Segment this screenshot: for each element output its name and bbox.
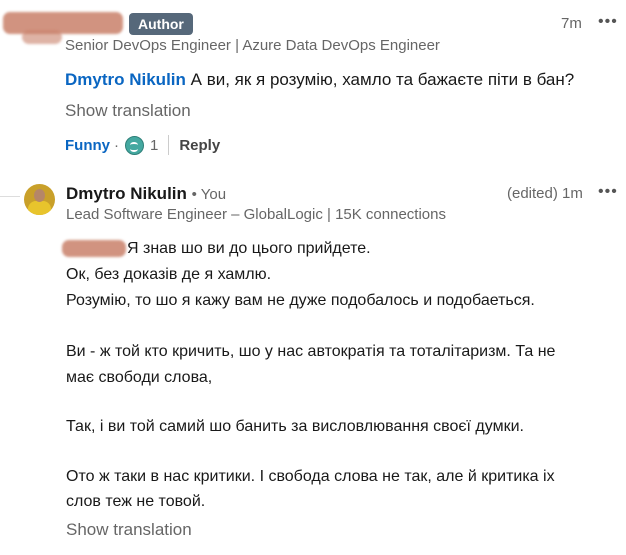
redacted-mention — [62, 240, 126, 257]
comment-line: Ото ж таки в нас критики. І свобода слов… — [66, 468, 555, 485]
reaction-label[interactable]: Funny — [65, 137, 110, 154]
author-headline: Lead Software Engineer – GlobalLogic | 1… — [66, 206, 446, 223]
comment-time: 7m — [561, 15, 582, 32]
author-headline: Senior DevOps Engineer | Azure Data DevO… — [65, 37, 440, 54]
avatar[interactable] — [24, 184, 55, 215]
reaction-count[interactable]: 1 — [150, 137, 158, 154]
show-translation-link[interactable]: Show translation — [66, 520, 192, 540]
comment-line: має свободи слова, — [66, 369, 213, 386]
comment-line: Розумію, то шо я кажу вам не дуже подоба… — [66, 292, 535, 309]
comment-body: А ви, як я розумію, хамло та бажаєте піт… — [185, 70, 575, 89]
comment-actions: Funny · 1 Reply — [65, 134, 220, 156]
comment-line: Я знав шо ви до цього прийдете. — [127, 240, 371, 257]
author-name[interactable]: Dmytro Nikulin — [66, 184, 187, 203]
more-options-icon[interactable]: ••• — [598, 183, 618, 201]
redacted-author-name — [3, 12, 123, 34]
comment-line: Ок, без доказів де я хамлю. — [66, 266, 272, 283]
comment-time: (edited) 1m — [507, 185, 583, 202]
thread-line — [0, 196, 20, 197]
avatar-head — [34, 189, 45, 202]
comment-text: Dmytro Nikulin А ви, як я розумію, хамло… — [65, 67, 574, 93]
divider — [168, 135, 170, 155]
reaction-separator: · — [114, 136, 119, 154]
show-translation-link[interactable]: Show translation — [65, 101, 191, 121]
you-label: • You — [191, 186, 227, 203]
redacted-avatar — [22, 30, 62, 44]
comment-line: слов теж не товой. — [66, 493, 206, 510]
more-options-icon[interactable]: ••• — [598, 13, 618, 31]
comment-line: Так, і ви той самий шо банить за висловл… — [66, 418, 524, 435]
comment-header: Dmytro Nikulin • You — [66, 184, 226, 204]
mention-link[interactable]: Dmytro Nikulin — [65, 70, 186, 89]
comment-line: Ви - ж той кто кричить, шо у нас автокра… — [66, 343, 556, 360]
author-badge: Author — [129, 13, 193, 35]
avatar-shirt — [28, 201, 51, 215]
reply-button[interactable]: Reply — [179, 137, 220, 154]
funny-emoji-icon[interactable] — [125, 135, 144, 155]
